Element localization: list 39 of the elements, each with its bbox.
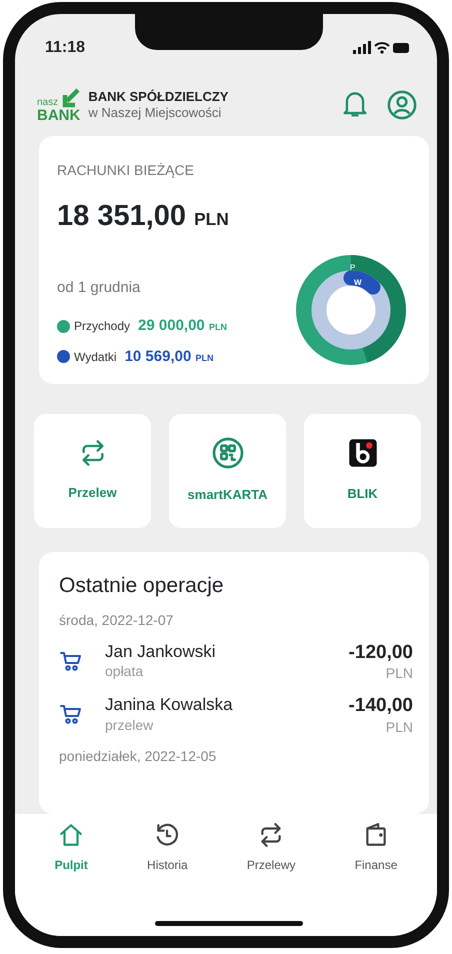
user-profile-icon[interactable]: [387, 90, 417, 120]
operation-currency: PLN: [384, 664, 413, 684]
accounts-card[interactable]: RACHUNKI BIEŻĄCE 18 351,00 PLN od 1 grudnia Przychody 29 000,00 PLN Wydatki 10 569,00 PLN P W: [39, 136, 429, 384]
operation-name: Janina Kowalska: [105, 696, 234, 716]
bank-logo: nasz BANK: [37, 88, 80, 122]
legend-label: Przychody: [74, 318, 130, 336]
donut-label: P: [350, 263, 356, 272]
operation-currency: PLN: [384, 718, 413, 738]
nav-tab[interactable]: Historia: [147, 822, 188, 874]
bank-name: BANK SPÓŁDZIELCZY: [88, 89, 230, 105]
shortcut-tile[interactable]: BLIK: [304, 414, 421, 528]
status-time: 11:18: [45, 38, 86, 58]
legend-amount: 29 000,00 PLN: [138, 316, 227, 336]
operation-amount: -120,00: [348, 642, 413, 664]
date-header: środa, 2022-12-07: [59, 610, 174, 630]
blik-logo-icon: [348, 438, 378, 468]
nav-tab[interactable]: Finanse: [354, 822, 398, 874]
operation-type: opłata: [105, 662, 144, 682]
nav-tab[interactable]: Pulpit: [54, 822, 88, 874]
home-icon: [58, 822, 84, 848]
section-title: Ostatnie operacje: [59, 573, 225, 599]
operation-amount: -140,00: [348, 696, 413, 718]
legend-amount: 10 569,00 PLN: [124, 346, 214, 366]
history-icon: [154, 822, 180, 848]
nav-tab[interactable]: Przelewy: [246, 822, 296, 874]
bank-subtitle: w Naszej Miejscowości: [88, 105, 222, 121]
account-balance: 18 351,00 PLN: [57, 199, 230, 234]
shortcut-tile[interactable]: smartKARTA: [169, 414, 286, 528]
period-label: od 1 grudnia: [57, 278, 140, 298]
shopping-cart-icon: [59, 702, 83, 726]
section-title: RACHUNKI BIEŻĄCE: [57, 161, 195, 180]
legend-label: Wydatki: [74, 348, 117, 366]
qr-code-icon: [212, 437, 244, 470]
donut-label: W: [354, 278, 362, 287]
shortcut-tile[interactable]: Przelew: [34, 414, 151, 528]
date-header: poniedziałek, 2022-12-05: [59, 747, 218, 766]
status-icons: [353, 41, 411, 55]
operation-name: Jan Jankowski: [105, 642, 217, 662]
operation-type: przelew: [105, 716, 154, 736]
